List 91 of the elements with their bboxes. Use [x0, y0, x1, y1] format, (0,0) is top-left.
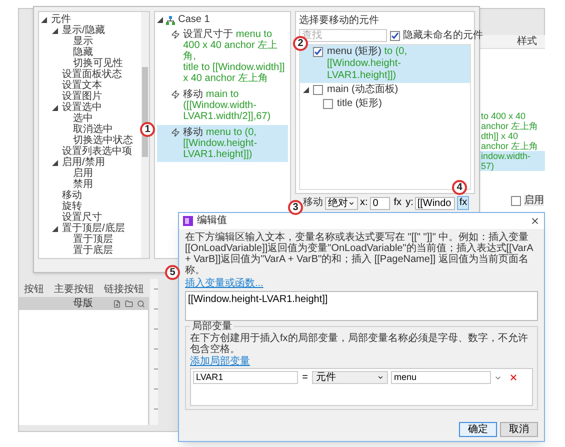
equals-sign: =: [301, 372, 309, 383]
scrollbar[interactable]: [141, 12, 150, 258]
widget-label[interactable]: 链接按钮: [104, 284, 144, 295]
widget-label[interactable]: 主要按钮: [54, 284, 94, 295]
mode-select[interactable]: 绝对: [325, 196, 358, 210]
y-label: y:: [406, 197, 414, 209]
checkbox[interactable]: [511, 196, 521, 206]
tree-item[interactable]: 取消选中: [73, 124, 113, 135]
delete-icon[interactable]: [509, 373, 518, 382]
tree-item[interactable]: 设置选中: [62, 102, 102, 113]
tree-item[interactable]: 旋转: [62, 201, 82, 212]
tree-item[interactable]: 置于顶层: [73, 234, 113, 245]
tree-item[interactable]: 显示/隐藏: [62, 25, 105, 36]
target-field[interactable]: menu: [391, 371, 491, 384]
ok-button[interactable]: 确定: [459, 422, 497, 437]
action-summary-text: indow.width-: [481, 151, 532, 161]
fx-button[interactable]: fx: [392, 196, 404, 210]
element-row[interactable]: menu (矩形) to (0,[[Window.height-LVAR1.height]]): [300, 45, 470, 83]
expand-triangle-icon[interactable]: [52, 226, 58, 232]
picker-title: 选择要移动的元件: [299, 15, 380, 27]
enable-label: 启用: [524, 195, 544, 206]
widget-label[interactable]: 按钮: [24, 284, 44, 295]
add-variable-link[interactable]: 添加局部变量: [190, 356, 250, 367]
masters-title: 母版: [73, 298, 93, 309]
x-field[interactable]: 0: [370, 196, 390, 210]
lightning-icon: [171, 128, 180, 137]
folder-icon[interactable]: [125, 300, 133, 308]
checkbox[interactable]: [313, 85, 323, 95]
action-item[interactable]: 设置尺寸于 menu to 400 x 40 anchor 左上角, title to [[Window.width]] x 40 anchor 左上角: [157, 27, 288, 86]
element-label: menu (矩形) to (0,[[Window.height-LVAR1.height]]): [327, 46, 408, 82]
tree-item[interactable]: 元件: [51, 14, 71, 25]
expand-triangle-icon[interactable]: [157, 17, 164, 23]
tree-item[interactable]: 设置文本: [62, 80, 102, 91]
action-text: 移动 main to ([[Window.width-LVAR1.width/2]],67): [183, 89, 272, 122]
group-description: 在下方创建用于插入fx的局部变量，局部变量名称必须是字母、数字，不允许包含空格。: [190, 333, 529, 355]
tree-item[interactable]: 切换选中状态: [73, 135, 133, 146]
action-summary-text: 57): [481, 161, 496, 171]
expand-triangle-icon[interactable]: [303, 87, 309, 93]
variable-type-select[interactable]: 元件: [312, 371, 388, 384]
tree-item[interactable]: 置于顶层/底层: [62, 223, 125, 234]
action-item[interactable]: 移动 menu to (0,[[Window.height-LVAR1.height]]): [157, 125, 288, 162]
action-item[interactable]: 移动 main to ([[Window.width-LVAR1.width/2]],67): [157, 87, 288, 124]
caret-icon: [377, 374, 384, 381]
group-title: 局部变量: [190, 321, 234, 332]
tree-item[interactable]: 设置列表选中项: [62, 146, 132, 157]
lightning-icon: [171, 30, 180, 39]
insert-variable-link[interactable]: 插入变量或函数...: [185, 278, 264, 289]
tree-item[interactable]: 启用/禁用: [62, 157, 105, 168]
action-text: 设置尺寸于 menu to 400 x 40 anchor 左上角, title to [[Window.width]] x 40 anchor 左上角: [183, 29, 286, 84]
checkbox[interactable]: [390, 30, 400, 40]
expand-triangle-icon[interactable]: [52, 160, 58, 166]
variable-name-field[interactable]: LVAR1: [193, 371, 298, 384]
case-label[interactable]: Case 1: [178, 14, 210, 26]
element-label: main (动态面板): [327, 84, 398, 96]
checkbox[interactable]: [313, 47, 323, 57]
tree-item[interactable]: 禁用: [73, 179, 93, 190]
tree-item[interactable]: 启用: [73, 168, 93, 179]
cancel-button[interactable]: 取消: [500, 422, 538, 437]
dialog-description: 在下方编辑区输入文本，变量名称或表达式要写在 "[[" "]]" 中。例如：插入变量[[OnLoadVariable]]返回值为变量"OnLoadVariable"的当前值；插入表达式[[VarA + VarB]]返回值为"VarA + VarB"的和；插入 [[PageName]] 返回值为当前页面名称。: [185, 232, 534, 276]
expand-triangle-icon[interactable]: [41, 16, 47, 22]
expand-triangle-icon[interactable]: [52, 28, 58, 34]
expand-triangle-icon[interactable]: [52, 104, 58, 110]
caret-icon: [348, 200, 355, 206]
checkbox[interactable]: [323, 99, 333, 109]
add-master-icon[interactable]: [113, 300, 121, 308]
close-icon[interactable]: [530, 216, 540, 226]
tree-item[interactable]: 选中: [73, 113, 93, 124]
element-label: title (矩形): [337, 98, 382, 110]
column-header: 样式: [517, 35, 537, 48]
checkbox-label: 隐藏未命名的元件: [403, 30, 483, 42]
move-label: 移动: [303, 197, 323, 209]
x-label: x:: [360, 197, 368, 209]
tree-item[interactable]: 切换可见性: [73, 58, 123, 69]
search-icon[interactable]: [137, 300, 145, 308]
tree-item[interactable]: 设置图片: [62, 91, 102, 102]
dialog-title: 编辑值: [197, 215, 227, 227]
lightning-icon: [171, 90, 180, 99]
action-text: 移动 menu to (0,[[Window.height-LVAR1.height]]): [183, 127, 258, 160]
element-row[interactable]: title (矩形): [300, 97, 470, 111]
element-row[interactable]: main (动态面板): [300, 83, 470, 97]
tree-item[interactable]: 设置尺寸: [62, 212, 102, 223]
value-field[interactable]: [[Window.height-LVAR1.height]]: [185, 291, 538, 321]
tree-item[interactable]: 置于底层: [73, 245, 113, 256]
app-icon: [183, 216, 193, 226]
y-field[interactable]: [[Windo: [415, 196, 456, 210]
tree-item[interactable]: 隐藏: [73, 47, 93, 58]
tree-item[interactable]: 显示: [73, 36, 93, 47]
tree-item[interactable]: 设置面板状态: [62, 69, 122, 80]
tree-item[interactable]: 移动: [62, 190, 82, 201]
fx-button[interactable]: fx: [457, 196, 470, 210]
case-icon: [166, 16, 176, 24]
